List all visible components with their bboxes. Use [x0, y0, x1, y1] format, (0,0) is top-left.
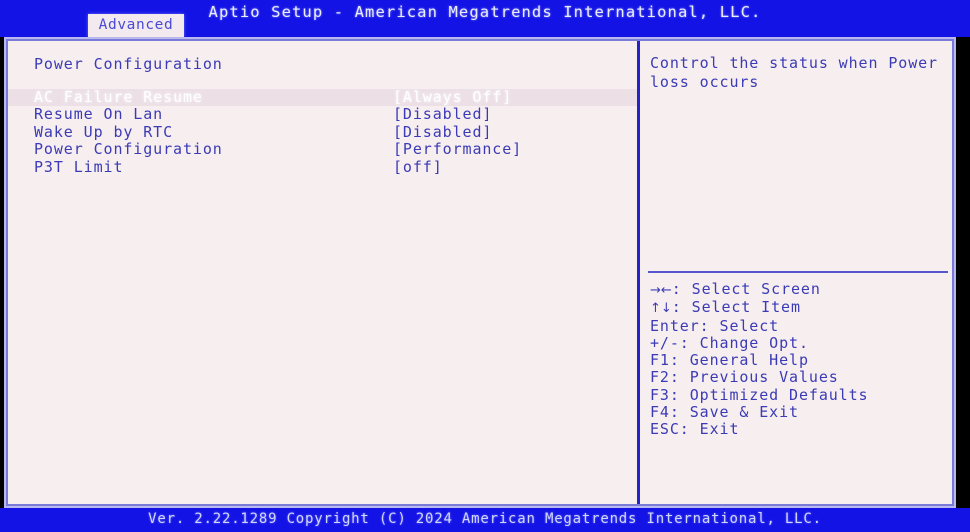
setting-label: AC Failure Resume: [34, 88, 203, 106]
version-text: Ver. 2.22.1289 Copyright (C) 2024 Americ…: [148, 511, 822, 527]
key-legend-row: ESC: Exit: [650, 421, 955, 438]
key-legend-label: F2: Previous Values: [650, 368, 839, 387]
arrow-keys-icon: →←: [650, 283, 672, 298]
key-legend-row: F4: Save & Exit: [650, 403, 955, 422]
content-frame-inner: Power Configuration AC Failure Resume [Al…: [6, 39, 954, 506]
key-legend-row: F3: Optimized Defaults: [650, 385, 955, 404]
key-legend-row: Enter: Select: [650, 316, 955, 335]
key-legend-row: F1: General Help: [650, 352, 955, 369]
key-legend-row: +/-: Change Opt.: [650, 333, 955, 352]
setting-row[interactable]: P3T Limit [off]: [8, 157, 637, 176]
key-legend-row: F2: Previous Values: [650, 369, 955, 386]
footer-bar: Ver. 2.22.1289 Copyright (C) 2024 Americ…: [0, 508, 970, 532]
settings-list: AC Failure Resume [Always Off] Resume On L…: [8, 88, 637, 176]
setting-value[interactable]: [Disabled]: [393, 123, 492, 141]
section-title: Power Configuration: [34, 55, 223, 73]
key-legend: →←: Select Screen ↑↓: Select Item Enter: S…: [650, 280, 955, 439]
arrow-keys-icon: ↑↓: [650, 301, 672, 317]
key-legend-label: : Select Screen: [671, 280, 821, 298]
setting-label: Wake Up by RTC: [34, 122, 174, 141]
setting-value[interactable]: [Disabled]: [393, 105, 492, 123]
help-description: Control the status when Power loss occur…: [650, 54, 938, 91]
key-legend-label: : Select Item: [671, 298, 801, 317]
key-legend-label: F4: Save & Exit: [650, 403, 799, 422]
setting-value[interactable]: [Always Off]: [393, 88, 512, 106]
setting-label: P3T Limit: [34, 157, 124, 176]
setting-label: Power Configuration: [34, 140, 223, 159]
setting-value[interactable]: [Performance]: [393, 140, 522, 158]
key-legend-label: Enter: Select: [650, 316, 780, 335]
help-pane: Control the status when Power loss occur…: [640, 41, 952, 504]
title-bar: Aptio Setup - American Megatrends Intern…: [0, 0, 970, 37]
tab-advanced[interactable]: Advanced: [88, 14, 184, 37]
setting-label: Resume On Lan: [34, 105, 164, 124]
setting-row[interactable]: AC Failure Resume [Always Off]: [8, 88, 637, 107]
setting-value[interactable]: [off]: [393, 158, 443, 176]
key-legend-label: F1: General Help: [650, 351, 809, 370]
setting-row[interactable]: Power Configuration [Performance]: [8, 140, 637, 159]
settings-pane: Power Configuration AC Failure Resume [Al…: [8, 41, 637, 504]
key-legend-row: →←: Select Screen: [650, 280, 955, 299]
setting-row[interactable]: Resume On Lan [Disabled]: [8, 105, 637, 124]
help-separator: [648, 271, 948, 273]
key-legend-label: +/-: Change Opt.: [650, 333, 809, 352]
setting-row[interactable]: Wake Up by RTC [Disabled]: [8, 122, 637, 141]
bios-setup-screen: Aptio Setup - American Megatrends Intern…: [0, 0, 970, 532]
content-frame: Power Configuration AC Failure Resume [Al…: [4, 37, 956, 508]
key-legend-label: ESC: Exit: [650, 420, 740, 439]
key-legend-row: ↑↓: Select Item: [650, 299, 955, 317]
key-legend-label: F3: Optimized Defaults: [650, 385, 869, 404]
